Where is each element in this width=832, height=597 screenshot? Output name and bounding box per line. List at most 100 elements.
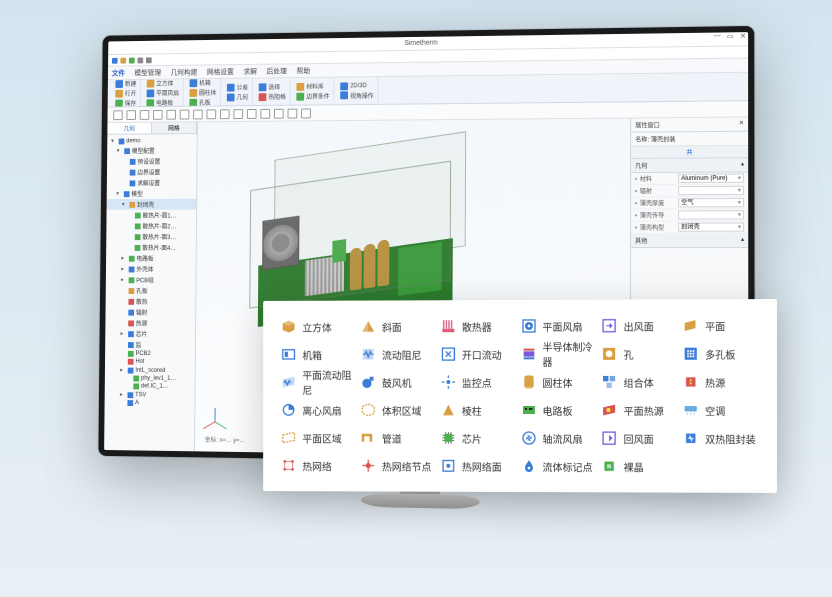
palette-item-thermalnet[interactable]: 热网络: [281, 453, 354, 477]
property-value-dropdown[interactable]: [678, 210, 744, 219]
palette-item-flatregion[interactable]: 平面区域: [281, 426, 354, 450]
ribbon-button[interactable]: 边界条件: [296, 91, 329, 100]
ribbon-button[interactable]: 立方体: [147, 78, 179, 87]
ribbon-button[interactable]: 热阻格: [259, 92, 286, 101]
toolbar-icon[interactable]: [193, 109, 203, 119]
ribbon-button[interactable]: 孔板: [189, 98, 216, 107]
expand-icon[interactable]: ▸: [121, 276, 127, 283]
palette-item-pipe[interactable]: 管道: [360, 426, 434, 450]
menu-item[interactable]: 求解: [243, 66, 257, 76]
palette-item-centrifan[interactable]: 离心风扇: [281, 398, 354, 422]
tree-node[interactable]: ▸电路板: [106, 253, 196, 264]
ribbon-button[interactable]: 圆柱体: [189, 88, 216, 97]
palette-item-heatsrc[interactable]: 热源: [683, 370, 759, 394]
palette-item-prism[interactable]: 斜面: [360, 314, 434, 338]
ribbon-button[interactable]: 视角操作: [340, 91, 373, 100]
palette-item-grille[interactable]: 多孔板: [683, 341, 759, 365]
palette-item-hole[interactable]: 孔: [601, 342, 676, 366]
ribbon-button[interactable]: 机箱: [190, 78, 217, 87]
menu-item[interactable]: 帮助: [297, 66, 311, 76]
palette-item-tworesist[interactable]: 双热阻封装: [683, 426, 759, 450]
palette-item-plane[interactable]: 平面: [683, 313, 759, 337]
property-value-dropdown[interactable]: 空气: [678, 198, 744, 207]
tree-node[interactable]: ▾封闭壳: [107, 199, 197, 210]
palette-item-volregion[interactable]: 体积区域: [360, 398, 434, 422]
tree-node[interactable]: 监: [105, 339, 195, 350]
close-button[interactable]: ✕: [740, 32, 746, 40]
expand-icon[interactable]: ▸: [121, 266, 127, 273]
palette-item-axialfan[interactable]: 轴流风扇: [520, 426, 595, 450]
expand-icon[interactable]: ▾: [117, 147, 123, 154]
section-other[interactable]: 其他▴: [631, 234, 748, 248]
tree-node[interactable]: 热源: [105, 317, 195, 328]
toolbar-icon[interactable]: [220, 109, 230, 119]
ribbon-button[interactable]: 平面风扇: [147, 88, 179, 97]
minimize-button[interactable]: —: [714, 32, 721, 40]
tree-node[interactable]: 求解设置: [107, 177, 197, 188]
toolbar-icon[interactable]: [260, 108, 270, 118]
palette-item-flatfan[interactable]: 平面风扇: [520, 314, 595, 338]
tree-node[interactable]: 孔板: [106, 285, 196, 296]
ribbon-button[interactable]: 选择: [259, 82, 286, 91]
palette-item-blower[interactable]: 鼓风机: [360, 370, 434, 394]
tree-node[interactable]: 散热: [106, 296, 196, 307]
panel-close-icon[interactable]: ✕: [739, 120, 744, 129]
palette-item-ac[interactable]: 空调: [683, 398, 759, 422]
palette-item-tec[interactable]: 半导体制冷器: [520, 342, 595, 366]
tab-geometry[interactable]: 几何: [107, 123, 152, 134]
palette-item-assembly[interactable]: 组合体: [601, 370, 676, 394]
tree-node[interactable]: ▸PCB组: [106, 274, 196, 285]
toolbar-icon[interactable]: [301, 108, 311, 118]
menu-item[interactable]: 文件: [112, 68, 125, 78]
expand-icon[interactable]: ▸: [120, 391, 126, 398]
palette-item-pcb[interactable]: 电路板: [520, 398, 595, 422]
menu-item[interactable]: 模型管理: [134, 67, 161, 77]
property-value-dropdown[interactable]: Aluminum (Pure): [678, 174, 744, 183]
ribbon-button[interactable]: 材料库: [296, 82, 329, 91]
maximize-button[interactable]: ▭: [727, 32, 734, 40]
ribbon-button[interactable]: 几何: [227, 92, 248, 101]
toolbar-icon[interactable]: [274, 108, 284, 118]
section-geometry[interactable]: 几何▴: [631, 158, 748, 173]
prop-tab[interactable]: 共: [631, 146, 748, 159]
palette-item-monitor[interactable]: 监控点: [440, 370, 514, 394]
palette-item-cube[interactable]: 立方体: [281, 315, 354, 339]
qat-icon[interactable]: [137, 57, 143, 63]
expand-icon[interactable]: ▸: [121, 255, 127, 262]
palette-item-opening[interactable]: 开口流动: [440, 342, 514, 366]
palette-item-flatheat[interactable]: 平面热源: [601, 398, 676, 422]
tree-node[interactable]: 边界设置: [107, 166, 197, 177]
palette-item-outlet[interactable]: 出风面: [601, 313, 676, 337]
palette-item-netnode[interactable]: 热网络节点: [360, 454, 434, 478]
property-value-dropdown[interactable]: [678, 186, 744, 195]
tree-node[interactable]: ▾模型: [107, 188, 197, 199]
expand-icon[interactable]: ▾: [111, 138, 117, 145]
palette-item-die[interactable]: 裸晶: [601, 454, 676, 478]
tree-node[interactable]: 预设设置: [107, 156, 197, 167]
tree-node[interactable]: 散热片-面2…: [106, 220, 196, 231]
qat-icon[interactable]: [129, 57, 135, 63]
palette-item-resist[interactable]: 流动阻尼: [360, 342, 434, 366]
toolbar-icon[interactable]: [113, 110, 123, 120]
palette-item-fluidmark[interactable]: 流体标记点: [520, 454, 595, 478]
ribbon-button[interactable]: 公差: [227, 83, 248, 92]
toolbar-icon[interactable]: [153, 109, 163, 119]
ribbon-button[interactable]: 电路板: [147, 98, 179, 107]
tree-node[interactable]: ▾模型配置: [107, 145, 197, 156]
model-tree[interactable]: ▾demo▾模型配置预设设置边界设置求解设置▾模型▾封闭壳散热片-面1…散热片-…: [104, 134, 197, 451]
toolbar-icon[interactable]: [180, 109, 190, 119]
menu-item[interactable]: 后处理: [267, 66, 287, 76]
tree-node[interactable]: 辐射: [105, 307, 195, 318]
tree-node[interactable]: A: [105, 399, 195, 408]
expand-icon[interactable]: ▾: [122, 201, 128, 208]
palette-item-heatsink[interactable]: 散热器: [440, 314, 514, 338]
ribbon-button[interactable]: 新建: [115, 79, 136, 88]
palette-item-flatresist[interactable]: 平面流动阻尼: [281, 370, 354, 394]
tree-node[interactable]: 散热片-面1…: [106, 210, 196, 221]
palette-item-cyl[interactable]: 圆柱体: [520, 370, 595, 394]
palette-item-prism2[interactable]: 棱柱: [440, 398, 514, 422]
toolbar-icon[interactable]: [207, 109, 217, 119]
tree-node[interactable]: ▸芯片: [105, 328, 195, 339]
ribbon-button[interactable]: 保存: [115, 98, 136, 107]
toolbar-icon[interactable]: [233, 109, 243, 119]
